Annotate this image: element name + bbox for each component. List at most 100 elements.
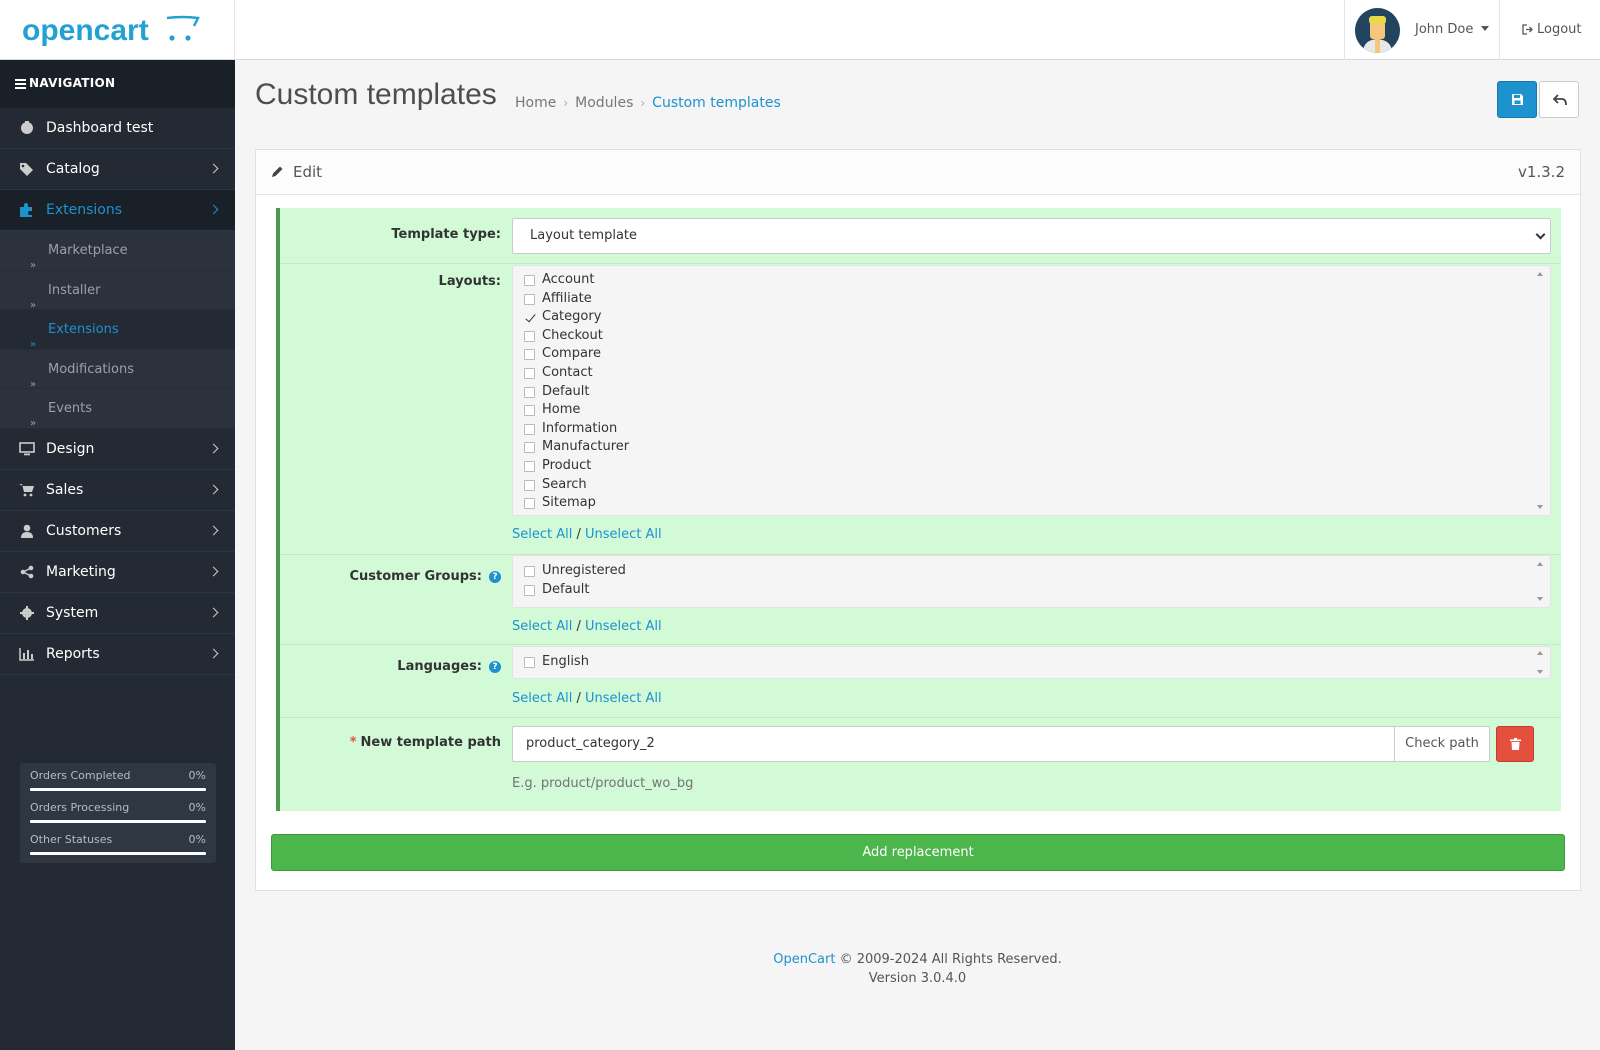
- layout-option[interactable]: Search: [513, 476, 1550, 495]
- monitor-icon: [19, 442, 35, 456]
- scroll-up-icon[interactable]: [1537, 562, 1543, 566]
- sidebar-item-marketing[interactable]: Marketing: [0, 552, 235, 593]
- sidebar-item-dashboard[interactable]: Dashboard test: [0, 108, 235, 149]
- user-menu[interactable]: John Doe: [1344, 0, 1499, 60]
- customer-groups-checkbox-list[interactable]: Unregistered Default: [512, 555, 1551, 608]
- checkbox[interactable]: [524, 657, 535, 668]
- sidebar-subitem-label: Marketplace: [48, 243, 128, 258]
- layout-option[interactable]: Product: [513, 457, 1550, 476]
- checkbox[interactable]: [524, 442, 535, 454]
- sidebar-item-extensions[interactable]: Extensions: [0, 190, 235, 231]
- sidebar-item-reports[interactable]: Reports: [0, 634, 235, 675]
- breadcrumb-current[interactable]: Custom templates: [652, 95, 781, 111]
- bars-icon: [15, 77, 26, 91]
- layout-option[interactable]: Home: [513, 401, 1550, 420]
- select-all-link[interactable]: Select All: [512, 619, 572, 634]
- add-replacement-button[interactable]: Add replacement: [271, 834, 1565, 871]
- checkbox[interactable]: [524, 330, 535, 342]
- checkbox[interactable]: [524, 423, 535, 435]
- scroll-down-icon[interactable]: [1537, 505, 1543, 509]
- caret-down-icon: [1481, 26, 1489, 31]
- stat-label: Other Statuses: [30, 833, 113, 846]
- template-type-select[interactable]: Layout template: [512, 218, 1551, 254]
- sidebar-item-label: Reports: [46, 645, 100, 662]
- sidebar-item-label: Design: [46, 440, 95, 457]
- customer-groups-select-links: Select All / Unselect All: [512, 619, 662, 634]
- layout-option[interactable]: Account: [513, 271, 1550, 290]
- customer-group-option[interactable]: Unregistered: [513, 562, 1550, 581]
- save-button[interactable]: [1497, 81, 1537, 118]
- checkbox[interactable]: [524, 584, 535, 596]
- sidebar-item-customers[interactable]: Customers: [0, 511, 235, 552]
- checkbox[interactable]: [524, 460, 535, 472]
- layout-option[interactable]: Manufacturer: [513, 438, 1550, 457]
- user-name: John Doe: [1415, 22, 1474, 37]
- sidebar-subitem-events[interactable]: » Events: [0, 389, 235, 429]
- unselect-all-link[interactable]: Unselect All: [585, 691, 662, 706]
- scroll-down-icon[interactable]: [1537, 670, 1543, 674]
- checkbox[interactable]: [524, 405, 535, 417]
- checkbox[interactable]: [524, 566, 535, 577]
- checkbox[interactable]: [524, 293, 535, 305]
- layout-option[interactable]: Compare: [513, 345, 1550, 364]
- layout-option[interactable]: Default: [513, 383, 1550, 402]
- help-icon[interactable]: ?: [489, 661, 501, 673]
- layout-option[interactable]: Contact: [513, 364, 1550, 383]
- sidebar-subitem-extensions[interactable]: » Extensions: [0, 310, 235, 350]
- scroll-up-icon[interactable]: [1537, 272, 1543, 276]
- scroll-down-icon[interactable]: [1537, 597, 1543, 601]
- logout-link[interactable]: Logout: [1499, 0, 1600, 60]
- check-path-button[interactable]: Check path: [1395, 726, 1490, 762]
- chevron-right-icon: [208, 484, 219, 495]
- checkbox[interactable]: [524, 386, 535, 398]
- stat-label: Orders Processing: [30, 801, 130, 814]
- scroll-up-icon[interactable]: [1537, 651, 1543, 655]
- sidebar-subitem-marketplace[interactable]: » Marketplace: [0, 231, 235, 271]
- breadcrumb-separator: ›: [640, 96, 646, 110]
- checkbox[interactable]: [524, 275, 535, 286]
- languages-checkbox-list[interactable]: English: [512, 646, 1551, 679]
- unselect-all-link[interactable]: Unselect All: [585, 619, 662, 634]
- layout-option-label: Home: [542, 402, 581, 418]
- page-title: Custom templates: [255, 78, 497, 111]
- checkbox[interactable]: [524, 367, 535, 379]
- delete-button[interactable]: [1496, 726, 1534, 762]
- sidebar-item-catalog[interactable]: Catalog: [0, 149, 235, 190]
- breadcrumb-modules[interactable]: Modules: [575, 95, 633, 111]
- layout-option[interactable]: Information: [513, 420, 1550, 439]
- sidebar-item-system[interactable]: System: [0, 593, 235, 634]
- unselect-all-link[interactable]: Unselect All: [585, 527, 662, 542]
- checkbox[interactable]: [524, 479, 535, 491]
- languages-row: Languages:? English Select All / Unselec…: [280, 645, 1561, 718]
- checkbox[interactable]: [524, 498, 535, 510]
- language-option[interactable]: English: [513, 653, 1550, 672]
- layout-option[interactable]: Sitemap: [513, 494, 1550, 513]
- sidebar-subitem-installer[interactable]: » Installer: [0, 271, 235, 311]
- progress-bar: [30, 852, 206, 855]
- footer-opencart-link[interactable]: OpenCart: [773, 952, 835, 967]
- select-all-link[interactable]: Select All: [512, 691, 572, 706]
- layout-option[interactable]: Affiliate: [513, 290, 1550, 309]
- layout-option-label: Compare: [542, 346, 601, 362]
- layout-option[interactable]: Checkout: [513, 327, 1550, 346]
- breadcrumb-home[interactable]: Home: [515, 95, 556, 111]
- sidebar-subitem-modifications[interactable]: » Modifications: [0, 350, 235, 390]
- opencart-logo[interactable]: opencart: [0, 0, 235, 60]
- customer-group-option[interactable]: Default: [513, 581, 1550, 600]
- navigation-header[interactable]: NAVIGATION: [0, 60, 235, 108]
- sidebar-item-sales[interactable]: Sales: [0, 470, 235, 511]
- sidebar-item-design[interactable]: Design: [0, 429, 235, 470]
- layouts-checkbox-list[interactable]: Account Affiliate Category Checkout Compare C…: [512, 265, 1551, 516]
- back-button[interactable]: [1539, 81, 1579, 118]
- layout-option[interactable]: Category: [513, 308, 1550, 327]
- checkbox[interactable]: [524, 312, 535, 323]
- template-path-hint: E.g. product/product_wo_bg: [512, 776, 694, 791]
- languages-label: Languages:?: [397, 659, 501, 674]
- template-path-input[interactable]: product_category_2: [512, 726, 1395, 762]
- tags-icon: [20, 163, 33, 176]
- chevron-right-icon: [208, 204, 219, 215]
- checkbox[interactable]: [524, 349, 535, 361]
- customer-groups-row: Customer Groups:? Unregistered Default Se…: [280, 555, 1561, 645]
- help-icon[interactable]: ?: [489, 571, 501, 583]
- select-all-link[interactable]: Select All: [512, 527, 572, 542]
